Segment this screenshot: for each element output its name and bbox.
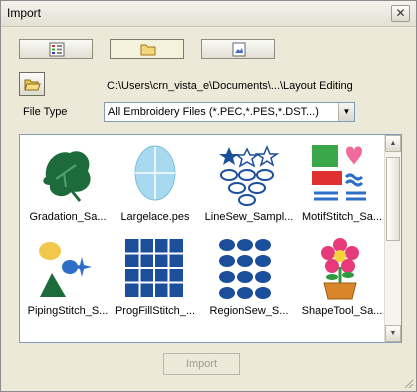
thumbnail-list[interactable]: Gradation_Sa... Largelace.pes LineSew_Sa…: [19, 134, 402, 343]
tab-folder[interactable]: [110, 39, 184, 59]
thumbnail-item[interactable]: Gradation_Sa...: [23, 139, 113, 229]
tab-document[interactable]: [201, 39, 275, 59]
stars-ovals-icon: [219, 145, 280, 206]
lace-icon: [134, 145, 176, 201]
ovals-grid-icon: [219, 239, 271, 299]
vertical-scrollbar[interactable]: ▲ ▼: [384, 135, 401, 342]
window-title: Import: [7, 6, 42, 20]
thumbnail-item[interactable]: ProgFillStitch_...: [110, 233, 200, 323]
thumbnail-item[interactable]: MotifStitch_Sa...: [297, 139, 387, 229]
scroll-thumb[interactable]: [386, 157, 400, 241]
import-dialog: Import ✕ C:\Users\crn_vista_e\Documents\…: [0, 0, 417, 392]
thumbnail-caption: MotifStitch_Sa...: [301, 211, 383, 223]
document-icon: [232, 42, 246, 57]
title-bar: Import ✕: [1, 1, 416, 27]
thumbnail-item[interactable]: RegionSew_S...: [204, 233, 294, 323]
open-folder-button[interactable]: [19, 72, 45, 96]
thumbnail-caption: LineSew_Sampl...: [204, 211, 294, 223]
scroll-up-button[interactable]: ▲: [385, 135, 401, 152]
folder-icon: [140, 44, 156, 56]
leaf-icon: [43, 151, 91, 202]
open-folder-icon: [24, 79, 41, 91]
thumbnail-caption: ShapeTool_Sa...: [301, 305, 383, 317]
file-type-label: File Type: [23, 106, 68, 118]
motif-icon: [312, 145, 366, 201]
close-button[interactable]: ✕: [391, 5, 410, 22]
resize-grip-icon[interactable]: [404, 379, 414, 389]
thumbnail-item[interactable]: ShapeTool_Sa...: [297, 233, 387, 323]
folder-path: C:\Users\crn_vista_e\Documents\...\Layou…: [107, 80, 353, 92]
list-view-icon: [49, 42, 65, 57]
scroll-down-button[interactable]: ▼: [385, 325, 401, 342]
thumbnail-caption: Gradation_Sa...: [29, 211, 107, 223]
flower-pot-icon: [321, 238, 359, 300]
thumbnail-item[interactable]: PipingStitch_S...: [23, 233, 113, 323]
thumbnail-item[interactable]: LineSew_Sampl...: [204, 139, 294, 229]
import-button[interactable]: Import: [163, 353, 240, 375]
chevron-down-icon[interactable]: ▼: [338, 103, 354, 121]
close-icon: ✕: [395, 6, 406, 20]
file-type-value: All Embroidery Files (*.PEC,*.PES,*.DST.…: [108, 106, 319, 118]
thumbnail-caption: PipingStitch_S...: [27, 305, 109, 317]
tab-list-view[interactable]: [19, 39, 93, 59]
thumbnail-caption: RegionSew_S...: [209, 305, 289, 317]
thumbnail-caption: ProgFillStitch_...: [114, 305, 196, 317]
file-type-dropdown[interactable]: All Embroidery Files (*.PEC,*.PES,*.DST.…: [104, 102, 355, 122]
grid-icon: [125, 239, 183, 297]
thumbnail-caption: Largelace.pes: [120, 211, 190, 223]
piping-icon: [39, 242, 92, 297]
thumbnail-item[interactable]: Largelace.pes: [110, 139, 200, 229]
